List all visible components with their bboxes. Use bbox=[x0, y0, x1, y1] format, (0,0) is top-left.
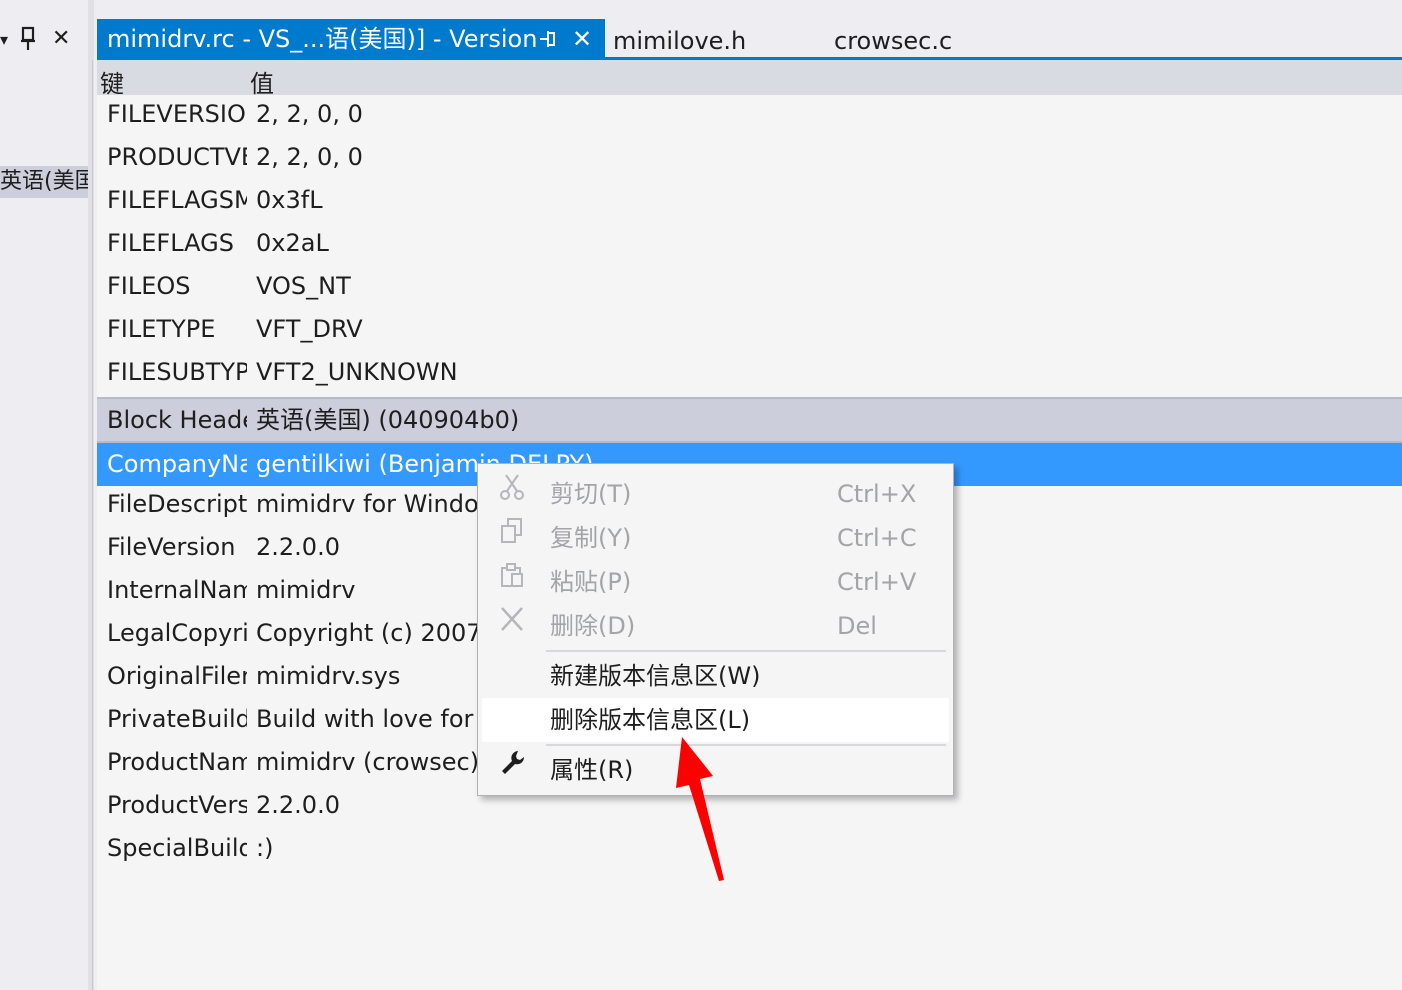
row-value: VOS_NT bbox=[256, 272, 351, 300]
row-key: CompanyName bbox=[107, 450, 247, 478]
row-key: FILESUBTYPE bbox=[107, 358, 247, 386]
row-value: mimidrv for Windows bbox=[256, 490, 511, 518]
resource-tree-item[interactable]: 英语(美国 bbox=[0, 166, 88, 198]
row-value: 2, 2, 0, 0 bbox=[256, 143, 363, 171]
menu-item-shortcut: Ctrl+X bbox=[837, 480, 917, 508]
row-key: FileDescription bbox=[107, 490, 247, 518]
tab-mimilove-h[interactable]: mimilove.h bbox=[613, 19, 746, 60]
grid-row[interactable]: FILEFLAGS 0x2aL bbox=[97, 222, 1402, 265]
menu-item-label: 新建版本信息区(W) bbox=[550, 662, 761, 690]
row-value: Copyright (c) 2007 bbox=[256, 619, 482, 647]
menu-item-paste[interactable]: 粘贴(P) Ctrl+V bbox=[482, 560, 949, 604]
row-key: FILEFLAGS bbox=[107, 229, 234, 257]
row-key: ProductName bbox=[107, 748, 247, 776]
grid-row-block-header[interactable]: Block Header 英语(美国) (040904b0) bbox=[97, 397, 1402, 443]
grid-row[interactable]: FILEOS VOS_NT bbox=[97, 265, 1402, 308]
left-panel: ▾ ✕ 英语(美国 bbox=[0, 0, 88, 990]
close-panel-icon[interactable]: ✕ bbox=[52, 26, 70, 51]
menu-item-properties[interactable]: 属性(R) bbox=[482, 748, 949, 792]
menu-item-new-version-block[interactable]: 新建版本信息区(W) bbox=[482, 654, 949, 698]
menu-item-delete[interactable]: 删除(D) Del bbox=[482, 604, 949, 648]
tab-crowsec-c[interactable]: crowsec.c bbox=[834, 19, 952, 60]
row-value: 0x3fL bbox=[256, 186, 323, 214]
scissors-icon bbox=[496, 472, 528, 516]
context-menu: 剪切(T) Ctrl+X 复制(Y) Ctrl+C 粘贴(P) Ctrl+V 删… bbox=[477, 463, 954, 796]
row-key: OriginalFilename bbox=[107, 662, 247, 690]
delete-x-icon bbox=[496, 604, 528, 648]
row-key: PRODUCTVERSION bbox=[107, 143, 247, 171]
menu-separator bbox=[546, 650, 946, 652]
menu-item-copy[interactable]: 复制(Y) Ctrl+C bbox=[482, 516, 949, 560]
row-value: VFT2_UNKNOWN bbox=[256, 358, 458, 386]
menu-item-shortcut: Del bbox=[837, 612, 877, 640]
menu-item-shortcut: Ctrl+V bbox=[837, 568, 917, 596]
menu-item-delete-version-block[interactable]: 删除版本信息区(L) bbox=[482, 698, 949, 742]
tab-label: mimidrv.rc - VS_...语(美国)] - Version bbox=[107, 25, 538, 53]
row-value: VFT_DRV bbox=[256, 315, 363, 343]
row-value: 2, 2, 0, 0 bbox=[256, 100, 363, 128]
row-value: 2.2.0.0 bbox=[256, 791, 340, 819]
grid-row[interactable]: FILETYPE VFT_DRV bbox=[97, 308, 1402, 351]
grid-row[interactable]: SpecialBuild:) bbox=[97, 827, 1402, 870]
menu-item-cut[interactable]: 剪切(T) Ctrl+X bbox=[482, 472, 949, 516]
row-key: LegalCopyright bbox=[107, 619, 247, 647]
menu-item-label: 删除版本信息区(L) bbox=[550, 706, 751, 734]
row-key: FILEVERSION bbox=[107, 100, 247, 128]
row-key: FILEOS bbox=[107, 272, 191, 300]
row-key: FILEFLAGSMASK bbox=[107, 186, 247, 214]
panel-splitter[interactable] bbox=[88, 0, 94, 990]
menu-item-label: 剪切(T) bbox=[550, 480, 632, 508]
grid-row[interactable]: FILESUBTYPE VFT2_UNKNOWN bbox=[97, 351, 1402, 394]
splitter-line bbox=[92, 60, 93, 990]
wrench-icon bbox=[496, 748, 528, 792]
grid-row[interactable]: FILEVERSION 2, 2, 0, 0 bbox=[97, 93, 1402, 136]
tab-close-icon[interactable]: ✕ bbox=[572, 19, 592, 60]
grid-header: 键 值 bbox=[97, 60, 1402, 98]
paste-icon bbox=[496, 560, 528, 604]
grid-row[interactable]: PRODUCTVERSION 2, 2, 0, 0 bbox=[97, 136, 1402, 179]
row-key: SpecialBuild bbox=[107, 834, 247, 862]
row-key: Block Header bbox=[107, 406, 247, 434]
row-value: mimidrv.sys bbox=[256, 662, 401, 690]
row-key: FILETYPE bbox=[107, 315, 216, 343]
row-value: mimidrv (crowsec) bbox=[256, 748, 480, 776]
row-value: 英语(美国) (040904b0) bbox=[256, 406, 520, 434]
row-key: ProductVersion bbox=[107, 791, 247, 819]
menu-item-label: 粘贴(P) bbox=[550, 568, 632, 596]
document-tab-strip: mimidrv.rc - VS_...语(美国)] - Version ✕ mi… bbox=[97, 0, 1402, 60]
row-value: 2.2.0.0 bbox=[256, 533, 340, 561]
menu-item-label: 复制(Y) bbox=[550, 524, 632, 552]
menu-separator bbox=[546, 744, 946, 746]
row-key: PrivateBuild bbox=[107, 705, 247, 733]
dropdown-arrow-icon[interactable]: ▾ bbox=[0, 30, 8, 49]
menu-item-shortcut: Ctrl+C bbox=[837, 524, 917, 552]
copy-icon bbox=[496, 516, 528, 560]
grid-row[interactable]: FILEFLAGSMASK 0x3fL bbox=[97, 179, 1402, 222]
pin-icon[interactable] bbox=[18, 26, 38, 58]
row-key: FileVersion bbox=[107, 533, 236, 561]
row-value: 0x2aL bbox=[256, 229, 329, 257]
menu-item-label: 属性(R) bbox=[550, 756, 634, 784]
row-key: InternalName bbox=[107, 576, 247, 604]
row-value: mimidrv bbox=[256, 576, 356, 604]
menu-item-label: 删除(D) bbox=[550, 612, 636, 640]
tab-mimidrv-rc-version[interactable]: mimidrv.rc - VS_...语(美国)] - Version ✕ bbox=[97, 19, 605, 60]
row-value: :) bbox=[256, 834, 274, 862]
